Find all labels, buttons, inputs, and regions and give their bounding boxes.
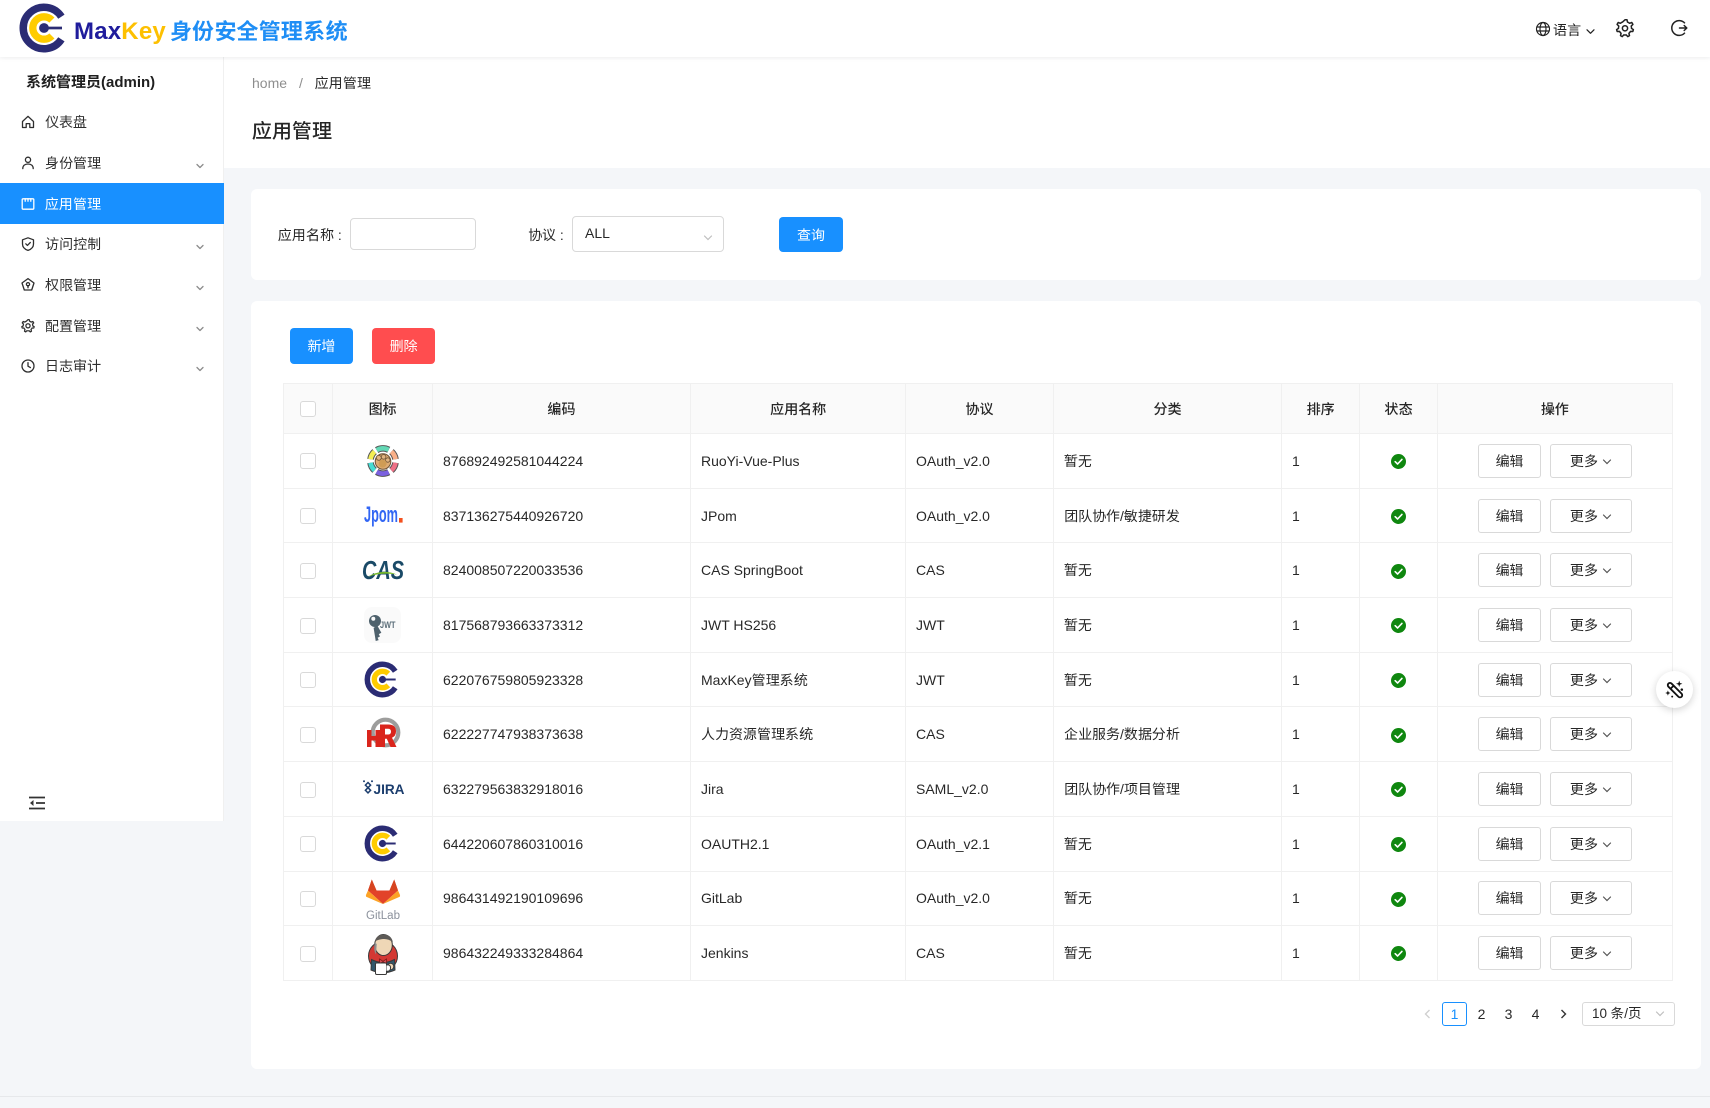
svg-text:JWT: JWT	[380, 620, 396, 631]
svg-text:Jpom: Jpom	[364, 502, 398, 527]
svg-text:GitLab: GitLab	[366, 910, 400, 922]
svg-text:CAS: CAS	[362, 556, 404, 584]
svg-text:JIRA: JIRA	[373, 781, 404, 797]
